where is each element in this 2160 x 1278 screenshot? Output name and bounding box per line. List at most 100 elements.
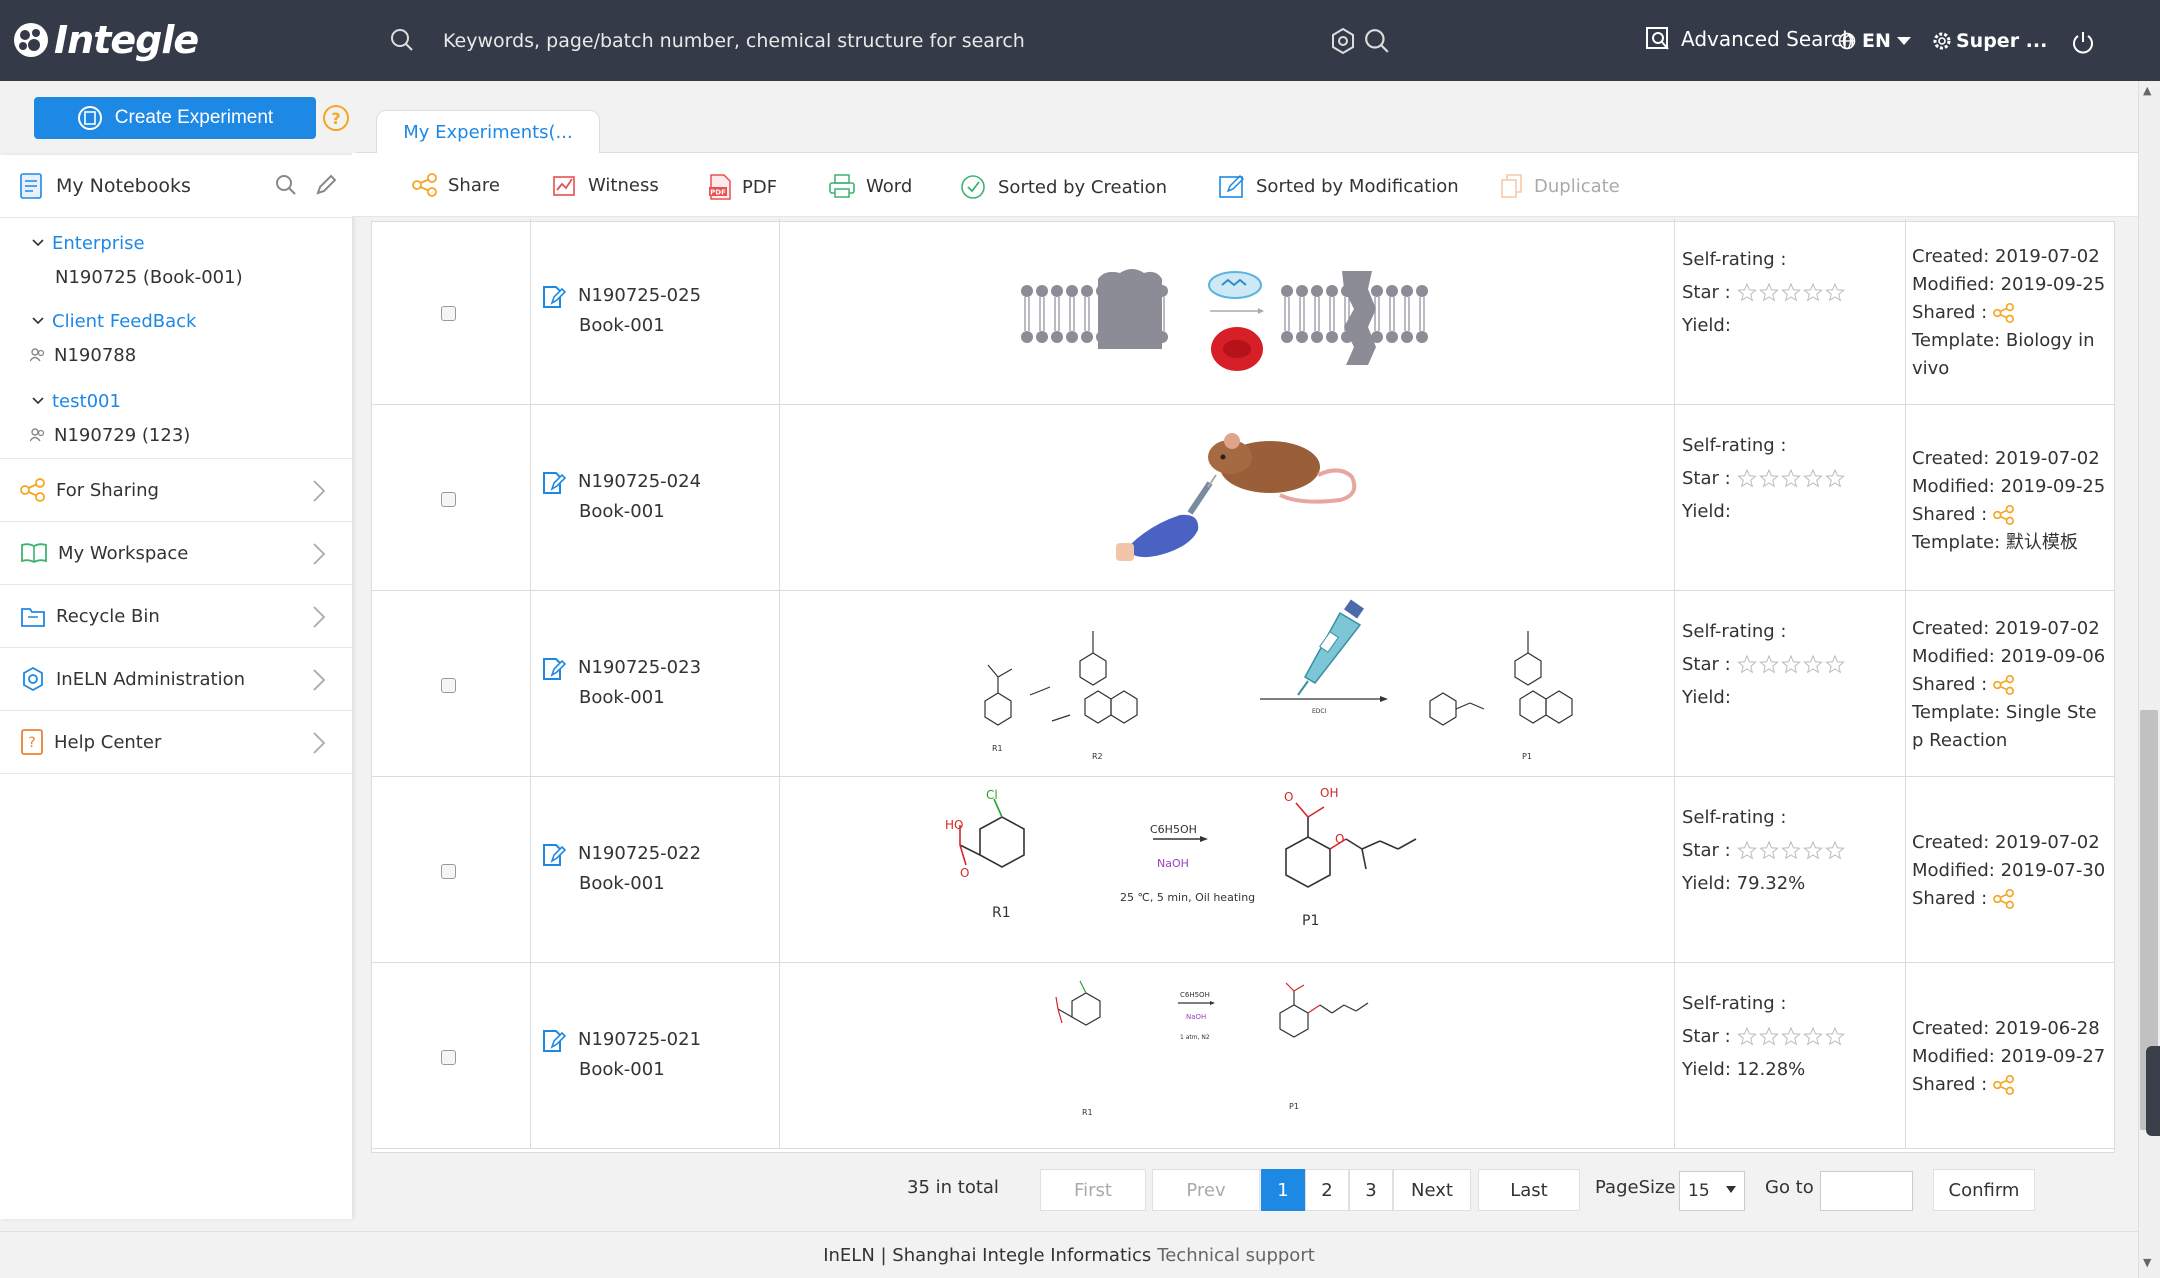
experiment-edit-icon[interactable]: [542, 841, 566, 867]
modified-label: Modified:: [1912, 860, 1995, 881]
language-selector[interactable]: EN: [1838, 30, 1911, 52]
row-checkbox[interactable]: [441, 492, 456, 507]
sidebar-item-help-center[interactable]: ? Help Center: [0, 711, 352, 774]
duplicate-button[interactable]: Duplicate: [1500, 173, 1620, 199]
share-button[interactable]: Share: [412, 173, 500, 197]
star-rating[interactable]: [1736, 1027, 1846, 1047]
share-icon[interactable]: [1993, 505, 2015, 525]
edit-pencil-icon[interactable]: [314, 173, 338, 197]
share-icon[interactable]: [1993, 1075, 2015, 1095]
create-experiment-button[interactable]: Create Experiment: [34, 97, 316, 139]
rating-block: Self-rating : Star : Yield:: [1682, 429, 1846, 528]
star-icon: [1737, 469, 1758, 488]
row-checkbox[interactable]: [441, 678, 456, 693]
search-input[interactable]: Keywords, page/batch number, chemical st…: [443, 30, 1025, 52]
tab-my-experiments[interactable]: My Experiments(...: [376, 110, 600, 154]
page-size-select[interactable]: 15: [1679, 1171, 1745, 1211]
share-icon[interactable]: [1993, 303, 2015, 323]
experiment-id-link[interactable]: N190725-021: [578, 1029, 701, 1050]
experiment-id-link[interactable]: N190725-024: [578, 471, 701, 492]
caret-down-icon: [1896, 37, 1911, 45]
create-experiment-label: Create Experiment: [114, 107, 274, 128]
tree-item-notebook[interactable]: N190729 (123): [0, 418, 352, 452]
structure-search-button[interactable]: [1328, 26, 1390, 56]
column-divider: [530, 591, 531, 777]
table-row[interactable]: N190725-022 Book-001 HO O Cl O OH O C6H5OH NaOH 25…: [372, 777, 2114, 963]
search-icon[interactable]: [274, 173, 298, 197]
confirm-button[interactable]: Confirm: [1933, 1169, 2035, 1211]
shared-label: Shared :: [1912, 504, 1988, 525]
side-widget-tab[interactable]: [2146, 1046, 2160, 1136]
table-row[interactable]: N190725-024 Book-001 Self-rating : Star : Y…: [372, 405, 2114, 591]
page-2-button[interactable]: 2: [1305, 1169, 1349, 1211]
experiment-edit-icon[interactable]: [542, 1027, 566, 1053]
experiment-scheme[interactable]: HO O Cl O OH O C6H5OH NaOH 25 ℃, 5 min, Oil heat…: [780, 777, 1678, 963]
bin-icon: [21, 608, 45, 627]
experiment-edit-icon[interactable]: [542, 469, 566, 495]
first-page-button[interactable]: First: [1040, 1169, 1146, 1211]
tree-group-test001[interactable]: test001: [0, 384, 352, 418]
experiment-scheme[interactable]: [780, 219, 1678, 405]
template-value: Template: Biology in: [1912, 330, 2095, 351]
experiment-id-link[interactable]: N190725-022: [578, 843, 701, 864]
star-rating[interactable]: [1736, 655, 1846, 675]
logo[interactable]: Integle: [12, 14, 199, 66]
star-rating[interactable]: [1736, 841, 1846, 861]
advanced-search-button[interactable]: Advanced Search: [1645, 26, 1855, 52]
sorted-by-creation-button[interactable]: Sorted by Creation: [960, 173, 1167, 201]
reactant-label: R1: [992, 744, 1003, 753]
search-icon[interactable]: [390, 28, 414, 52]
table-row[interactable]: N190725-023 Book-001 R1 R2 P1 EDCI Self-rating…: [372, 591, 2114, 777]
experiment-id-link[interactable]: N190725-025: [578, 285, 701, 306]
help-question-icon[interactable]: ?: [323, 105, 349, 131]
sidebar-item-my-workspace[interactable]: My Workspace: [0, 522, 352, 585]
tree-item-notebook[interactable]: N190788: [0, 338, 352, 372]
power-icon[interactable]: [2070, 30, 2096, 56]
sorted-by-modification-button[interactable]: Sorted by Modification: [1218, 173, 1459, 199]
experiment-scheme[interactable]: C6H5OH NaOH 1 atm, N2 R1 P1: [780, 963, 1678, 1149]
tree-group-enterprise[interactable]: Enterprise: [0, 226, 352, 260]
page-3-button[interactable]: 3: [1349, 1169, 1393, 1211]
page-size-value: 15: [1688, 1181, 1710, 1201]
created-label: Created:: [1912, 618, 1990, 639]
experiment-scheme[interactable]: R1 R2 P1 EDCI: [780, 591, 1678, 777]
witness-button[interactable]: Witness: [552, 173, 659, 197]
sidebar-item-ineln-administration[interactable]: InELN Administration: [0, 648, 352, 711]
word-button[interactable]: Word: [828, 173, 912, 199]
star-icon: [1737, 1027, 1758, 1046]
table-row[interactable]: N190725-025 Book-001 Self-rating : Star : Y…: [372, 219, 2114, 405]
share-icon[interactable]: [1993, 889, 2015, 909]
sidebar-item-recycle-bin[interactable]: Recycle Bin: [0, 585, 352, 648]
prev-page-button[interactable]: Prev: [1152, 1169, 1260, 1211]
tree-group-client-feedback[interactable]: Client FeedBack: [0, 304, 352, 338]
page-1-button[interactable]: 1: [1261, 1169, 1305, 1211]
star-rating[interactable]: [1736, 283, 1846, 303]
row-checkbox[interactable]: [441, 306, 456, 321]
experiment-edit-icon[interactable]: [542, 283, 566, 309]
experiment-scheme[interactable]: [780, 405, 1678, 591]
go-to-page-input[interactable]: [1820, 1171, 1913, 1211]
table-row[interactable]: N190725-021 Book-001 C6H5OH NaOH 1 atm, N2 R1…: [372, 963, 2114, 1149]
my-notebooks-header[interactable]: My Notebooks: [0, 155, 352, 218]
row-checkbox[interactable]: [441, 1050, 456, 1065]
book-icon: [21, 543, 47, 564]
row-checkbox[interactable]: [441, 864, 456, 879]
experiment-id-link[interactable]: N190725-023: [578, 657, 701, 678]
mouse-injection-image: [1116, 433, 1357, 561]
footer-technical-support-link[interactable]: Technical support: [1157, 1245, 1314, 1266]
last-page-button[interactable]: Last: [1478, 1169, 1580, 1211]
shared-label: Shared :: [1912, 888, 1988, 909]
sidebar-item-for-sharing[interactable]: For Sharing: [0, 459, 352, 522]
condition-label: 1 atm, N2: [1180, 1034, 1210, 1041]
column-divider: [530, 405, 531, 591]
user-menu[interactable]: Super ...: [1932, 30, 2047, 52]
next-page-button[interactable]: Next: [1393, 1169, 1471, 1211]
star-rating[interactable]: [1736, 469, 1846, 489]
share-icon[interactable]: [1993, 675, 2015, 695]
experiment-edit-icon[interactable]: [542, 655, 566, 681]
total-count: 35 in total: [907, 1177, 999, 1198]
pdf-button[interactable]: PDF PDF: [708, 173, 777, 201]
tree-item-notebook[interactable]: N190725 (Book-001): [0, 260, 352, 294]
scroll-down-arrow-icon[interactable]: ▼: [2143, 1256, 2151, 1269]
scroll-up-arrow-icon[interactable]: ▲: [2143, 84, 2151, 97]
